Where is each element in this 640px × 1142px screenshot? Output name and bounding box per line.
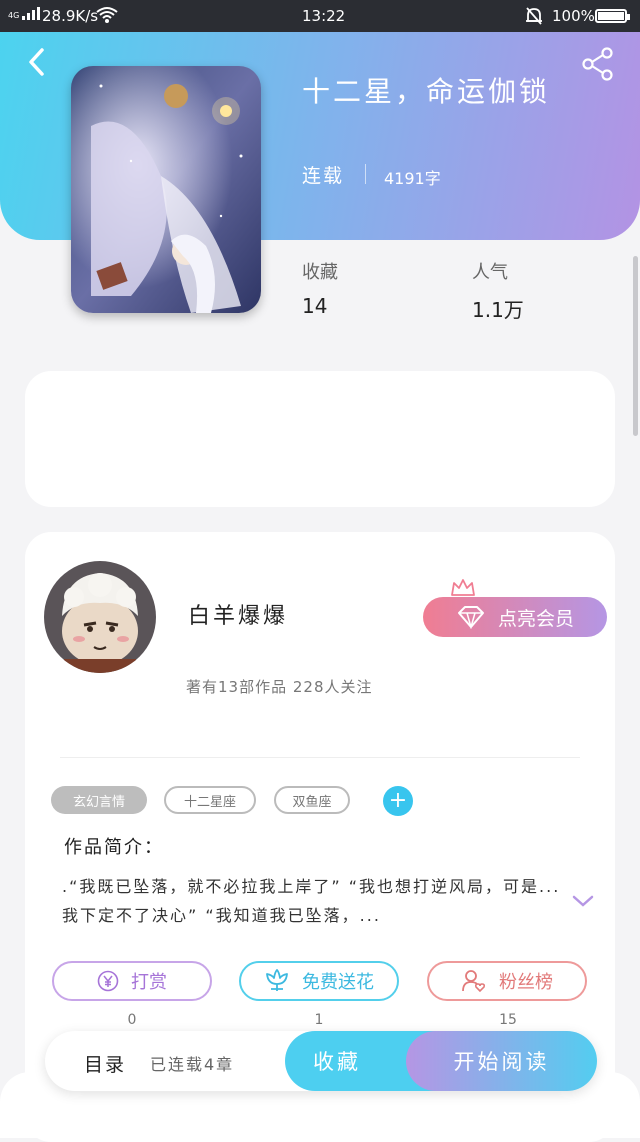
reward-label: 打赏 [131,972,167,993]
mute-bell-icon [526,7,542,25]
add-tag-button[interactable]: + [383,786,413,816]
yen-icon [97,970,119,992]
free-flower-label: 免费送花 [302,972,374,993]
start-reading-label: 开始阅读 [453,1050,550,1074]
status-bar: 4G 28.9K/s 13:22 100% [0,0,640,32]
stat-value-popularity: 1.1万 [472,298,524,322]
reward-count: 0 [127,1012,137,1028]
signal-icon: 4G [8,7,41,20]
battery-percent: 100% [552,7,595,25]
fan-ranking-label: 粉丝榜 [499,972,553,993]
table-of-contents-button[interactable]: 目录 [84,1050,126,1077]
clock: 13:22 [302,7,346,25]
author-avatar[interactable] [44,561,156,673]
wifi-icon [96,7,118,23]
network-speed: 28.9K/s [42,7,99,25]
flower-count: 1 [314,1012,324,1028]
tag-zodiac[interactable]: 十二星座 [164,786,256,814]
author-meta: 著有13部作品 228人关注 [186,678,373,696]
stat-label-popularity: 人气 [472,262,508,283]
diamond-icon [457,606,484,629]
crown-icon [451,579,475,596]
scrollbar[interactable] [633,256,638,436]
author-name[interactable]: 白羊爆爆 [188,598,288,630]
intro-label: 作品简介： [64,837,164,858]
book-title: 十二星，命运伽锁 [302,75,551,108]
book-cover[interactable] [71,66,261,313]
tag-genre[interactable]: 玄幻言情 [51,786,147,814]
chevron-down-icon[interactable] [571,893,595,909]
battery-icon [595,9,630,23]
free-flower-button[interactable]: 免费送花 [239,961,399,1001]
vip-label: 点亮会员 [497,607,574,630]
flower-icon [266,969,288,991]
collect-label: 收藏 [313,1050,361,1074]
share-icon[interactable] [580,46,616,82]
serial-status: 连载 [302,165,345,187]
fan-ranking-button[interactable]: 粉丝榜 [427,961,587,1001]
chapter-count: 已连载4章 [150,1055,235,1074]
user-heart-icon [462,970,486,993]
word-count: 4191字 [384,169,441,188]
empty-card [25,371,615,507]
divider-line [60,757,580,758]
reward-button[interactable]: 打赏 [52,961,212,1001]
tag-pisces[interactable]: 双鱼座 [274,786,350,814]
vip-button[interactable]: 点亮会员 [423,597,607,637]
intro-text: .“我既已坠落，就不必拉我上岸了” “我也想打逆风局，可是...我下定不了决心”… [62,877,561,925]
start-reading-button[interactable]: 开始阅读 [406,1031,597,1091]
stat-value-collect: 14 [302,294,328,318]
back-arrow-icon[interactable] [20,44,56,80]
divider [365,164,366,184]
fans-count: 15 [499,1012,517,1028]
stat-label-collect: 收藏 [302,262,338,283]
